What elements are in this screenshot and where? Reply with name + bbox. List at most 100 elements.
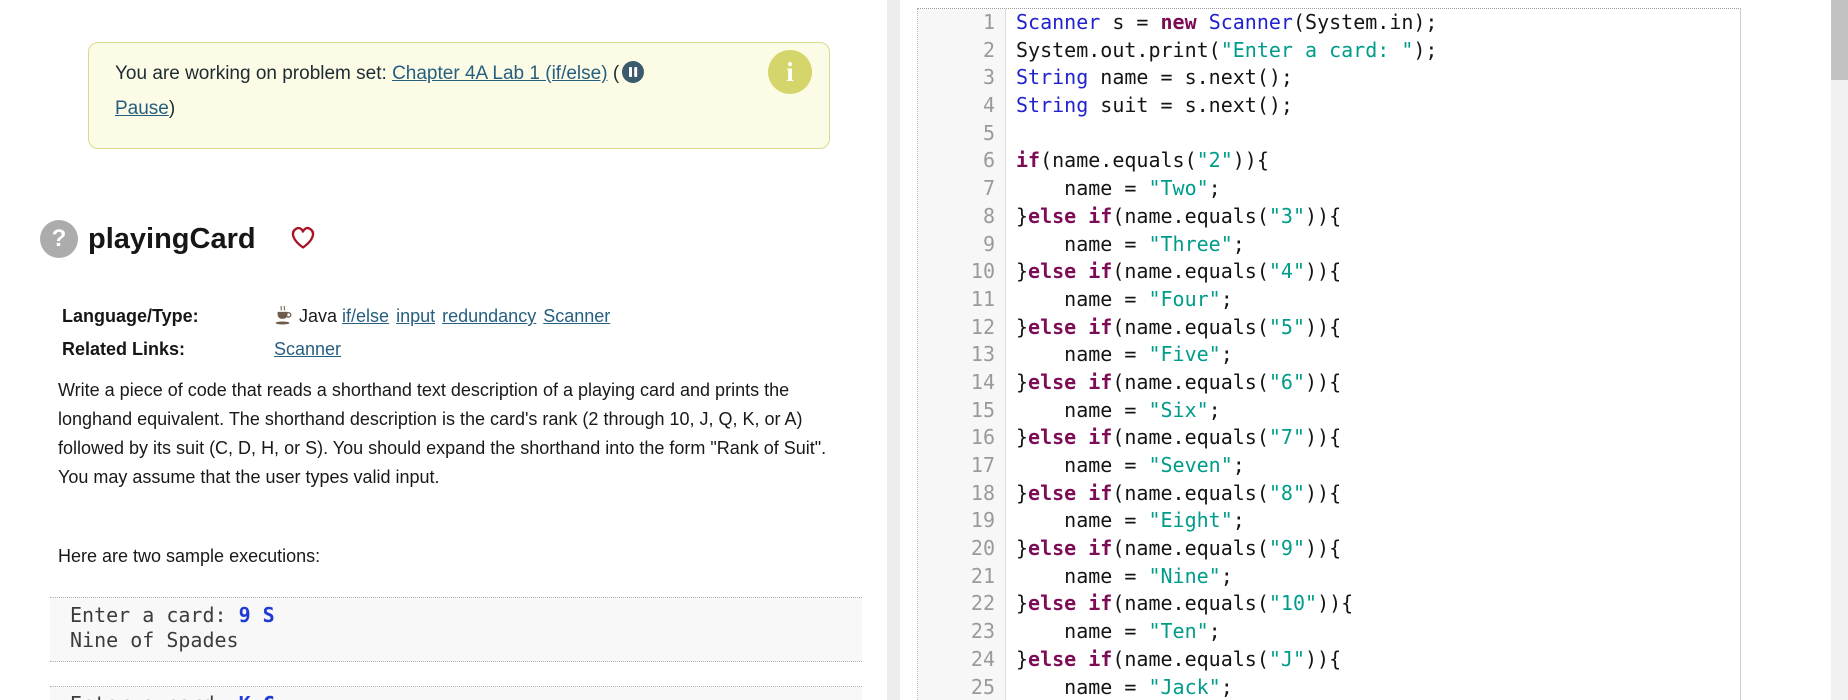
code-text: }else if(name.equals("3")){ <box>1016 203 1342 228</box>
banner-paren-close: ) <box>168 98 176 119</box>
line-number: 17 <box>918 452 1006 480</box>
code-text: name = "Nine"; <box>1016 563 1233 588</box>
sample-run-1: Enter a card: 9 S Nine of Spades <box>50 597 862 662</box>
scrollbar-thumb[interactable] <box>1831 0 1848 80</box>
code-line[interactable]: 10 }else if(name.equals("4")){ <box>918 258 1740 286</box>
line-number: 7 <box>918 175 1006 203</box>
code-text: }else if(name.equals("7")){ <box>1016 425 1342 450</box>
code-line[interactable]: 24}else if(name.equals("J")){ <box>918 645 1740 674</box>
code-text: name = "Eight"; <box>1016 508 1245 533</box>
code-line[interactable]: 4 String suit = s.next(); <box>918 92 1740 120</box>
sample-run-2: Enter a card: K C <box>50 686 862 700</box>
line-number: 12 <box>918 313 1006 342</box>
code-text: }else if(name.equals("8")){ <box>1016 480 1342 505</box>
line-number: 6 <box>918 147 1006 176</box>
code-line[interactable]: 3 String name = s.next(); <box>918 64 1740 93</box>
java-cup-icon <box>274 305 292 335</box>
related-links-label: Related Links: <box>62 339 186 359</box>
code-line[interactable]: 25 name = "Jack"; <box>918 673 1740 700</box>
code-text: if(name.equals("2")){ <box>1016 148 1269 173</box>
code-text: String suit = s.next(); <box>1016 93 1293 118</box>
line-number: 4 <box>918 92 1006 120</box>
code-line[interactable]: 17 name = "Seven"; <box>918 452 1740 480</box>
code-line[interactable]: 16}else if(name.equals("7")){ <box>918 424 1740 452</box>
problem-description: Write a piece of code that reads a short… <box>58 380 827 487</box>
problem-set-link[interactable]: Chapter 4A Lab 1 (if/else) <box>392 63 607 84</box>
related-scanner-link[interactable]: Scanner <box>274 339 341 359</box>
language-name: Java <box>299 306 338 326</box>
code-line[interactable]: 22}else if(name.equals("10")){ <box>918 590 1740 619</box>
code-line[interactable]: 15 name = "Six"; <box>918 396 1740 425</box>
code-text: name = "Two"; <box>1016 176 1221 201</box>
code-editor[interactable]: 1 Scanner s = new Scanner(System.in); 2 Sys… <box>917 8 1741 700</box>
line-number: 14 <box>918 368 1006 397</box>
code-text: name = "Jack"; <box>1016 674 1233 699</box>
code-line[interactable]: 21 name = "Nine"; <box>918 562 1740 591</box>
code-line[interactable]: 19 name = "Eight"; <box>918 507 1740 536</box>
code-line[interactable]: 5 <box>918 119 1740 148</box>
line-number: 1 <box>918 9 1006 37</box>
tag-link-scanner[interactable]: Scanner <box>543 306 610 326</box>
page-scrollbar[interactable] <box>1831 0 1848 700</box>
code-text: String name = s.next(); <box>1016 65 1293 90</box>
code-line[interactable]: 1 Scanner s = new Scanner(System.in); <box>918 9 1740 37</box>
code-text: name = "Ten"; <box>1016 619 1221 644</box>
sample-input: 9 S <box>238 603 275 627</box>
line-number: 20 <box>918 535 1006 563</box>
code-line[interactable]: 6 if(name.equals("2")){ <box>918 147 1740 176</box>
code-line[interactable]: 11 name = "Four"; <box>918 285 1740 314</box>
question-mark-icon: ? <box>40 220 78 258</box>
code-line[interactable]: 23 name = "Ten"; <box>918 618 1740 646</box>
language-type-label: Language/Type: <box>62 306 199 326</box>
favorite-button[interactable] <box>288 223 318 256</box>
tag-link-input[interactable]: input <box>396 306 435 326</box>
code-line[interactable]: 18}else if(name.equals("8")){ <box>918 479 1740 508</box>
code-line[interactable]: 7 name = "Two"; <box>918 175 1740 203</box>
line-number: 9 <box>918 230 1006 259</box>
line-number: 13 <box>918 341 1006 369</box>
code-text: }else if(name.equals("5")){ <box>1016 314 1342 339</box>
problem-meta: Language/Type: Java if/else input redundan… <box>62 302 617 364</box>
line-number: 2 <box>918 36 1006 65</box>
panel-divider[interactable] <box>887 0 900 700</box>
pause-link[interactable]: Pause <box>115 98 169 119</box>
sample-input: K C <box>239 692 275 700</box>
line-number: 11 <box>918 285 1006 314</box>
code-text: }else if(name.equals("4")){ <box>1016 259 1342 284</box>
code-line[interactable]: 12 }else if(name.equals("5")){ <box>918 313 1740 342</box>
code-line[interactable]: 20 }else if(name.equals("9")){ <box>918 535 1740 563</box>
code-text: }else if(name.equals("6")){ <box>1016 369 1342 394</box>
code-editor-lines: 1 Scanner s = new Scanner(System.in); 2 Sys… <box>918 9 1740 700</box>
code-text: }else if(name.equals("J")){ <box>1016 646 1342 671</box>
code-line[interactable]: 13 name = "Five"; <box>918 341 1740 369</box>
code-line[interactable]: 9 name = "Three"; <box>918 230 1740 259</box>
pause-icon[interactable] <box>621 60 645 94</box>
page-title: playingCard <box>88 222 256 255</box>
code-text: name = "Three"; <box>1016 231 1245 256</box>
code-text: }else if(name.equals("9")){ <box>1016 536 1342 561</box>
code-line[interactable]: 2 System.out.print("Enter a card: "); <box>918 36 1740 65</box>
line-number: 25 <box>918 673 1006 700</box>
line-number: 8 <box>918 202 1006 231</box>
line-number: 19 <box>918 507 1006 536</box>
line-number: 23 <box>918 618 1006 646</box>
line-number: 22 <box>918 590 1006 619</box>
info-icon[interactable]: i <box>768 50 812 94</box>
code-text: Scanner s = new Scanner(System.in); <box>1016 10 1438 34</box>
heart-outline-icon <box>288 223 318 256</box>
tag-link-ifelse[interactable]: if/else <box>342 306 389 326</box>
code-text: name = "Seven"; <box>1016 453 1245 477</box>
practice-it-page: You are working on problem set: Chapter … <box>0 0 1848 700</box>
related-links-row: Related Links: Scanner <box>62 335 617 364</box>
code-line[interactable]: 14 }else if(name.equals("6")){ <box>918 368 1740 397</box>
line-number: 3 <box>918 64 1006 93</box>
line-number: 10 <box>918 258 1006 286</box>
sample-output: Nine of Spades <box>70 628 239 652</box>
code-line[interactable]: 8 }else if(name.equals("3")){ <box>918 202 1740 231</box>
line-number: 21 <box>918 562 1006 591</box>
banner-text: You are working on problem set: <box>115 63 393 84</box>
code-text: name = "Six"; <box>1016 397 1221 422</box>
tag-link-redundancy[interactable]: redundancy <box>442 306 536 326</box>
line-number: 5 <box>918 119 1006 148</box>
